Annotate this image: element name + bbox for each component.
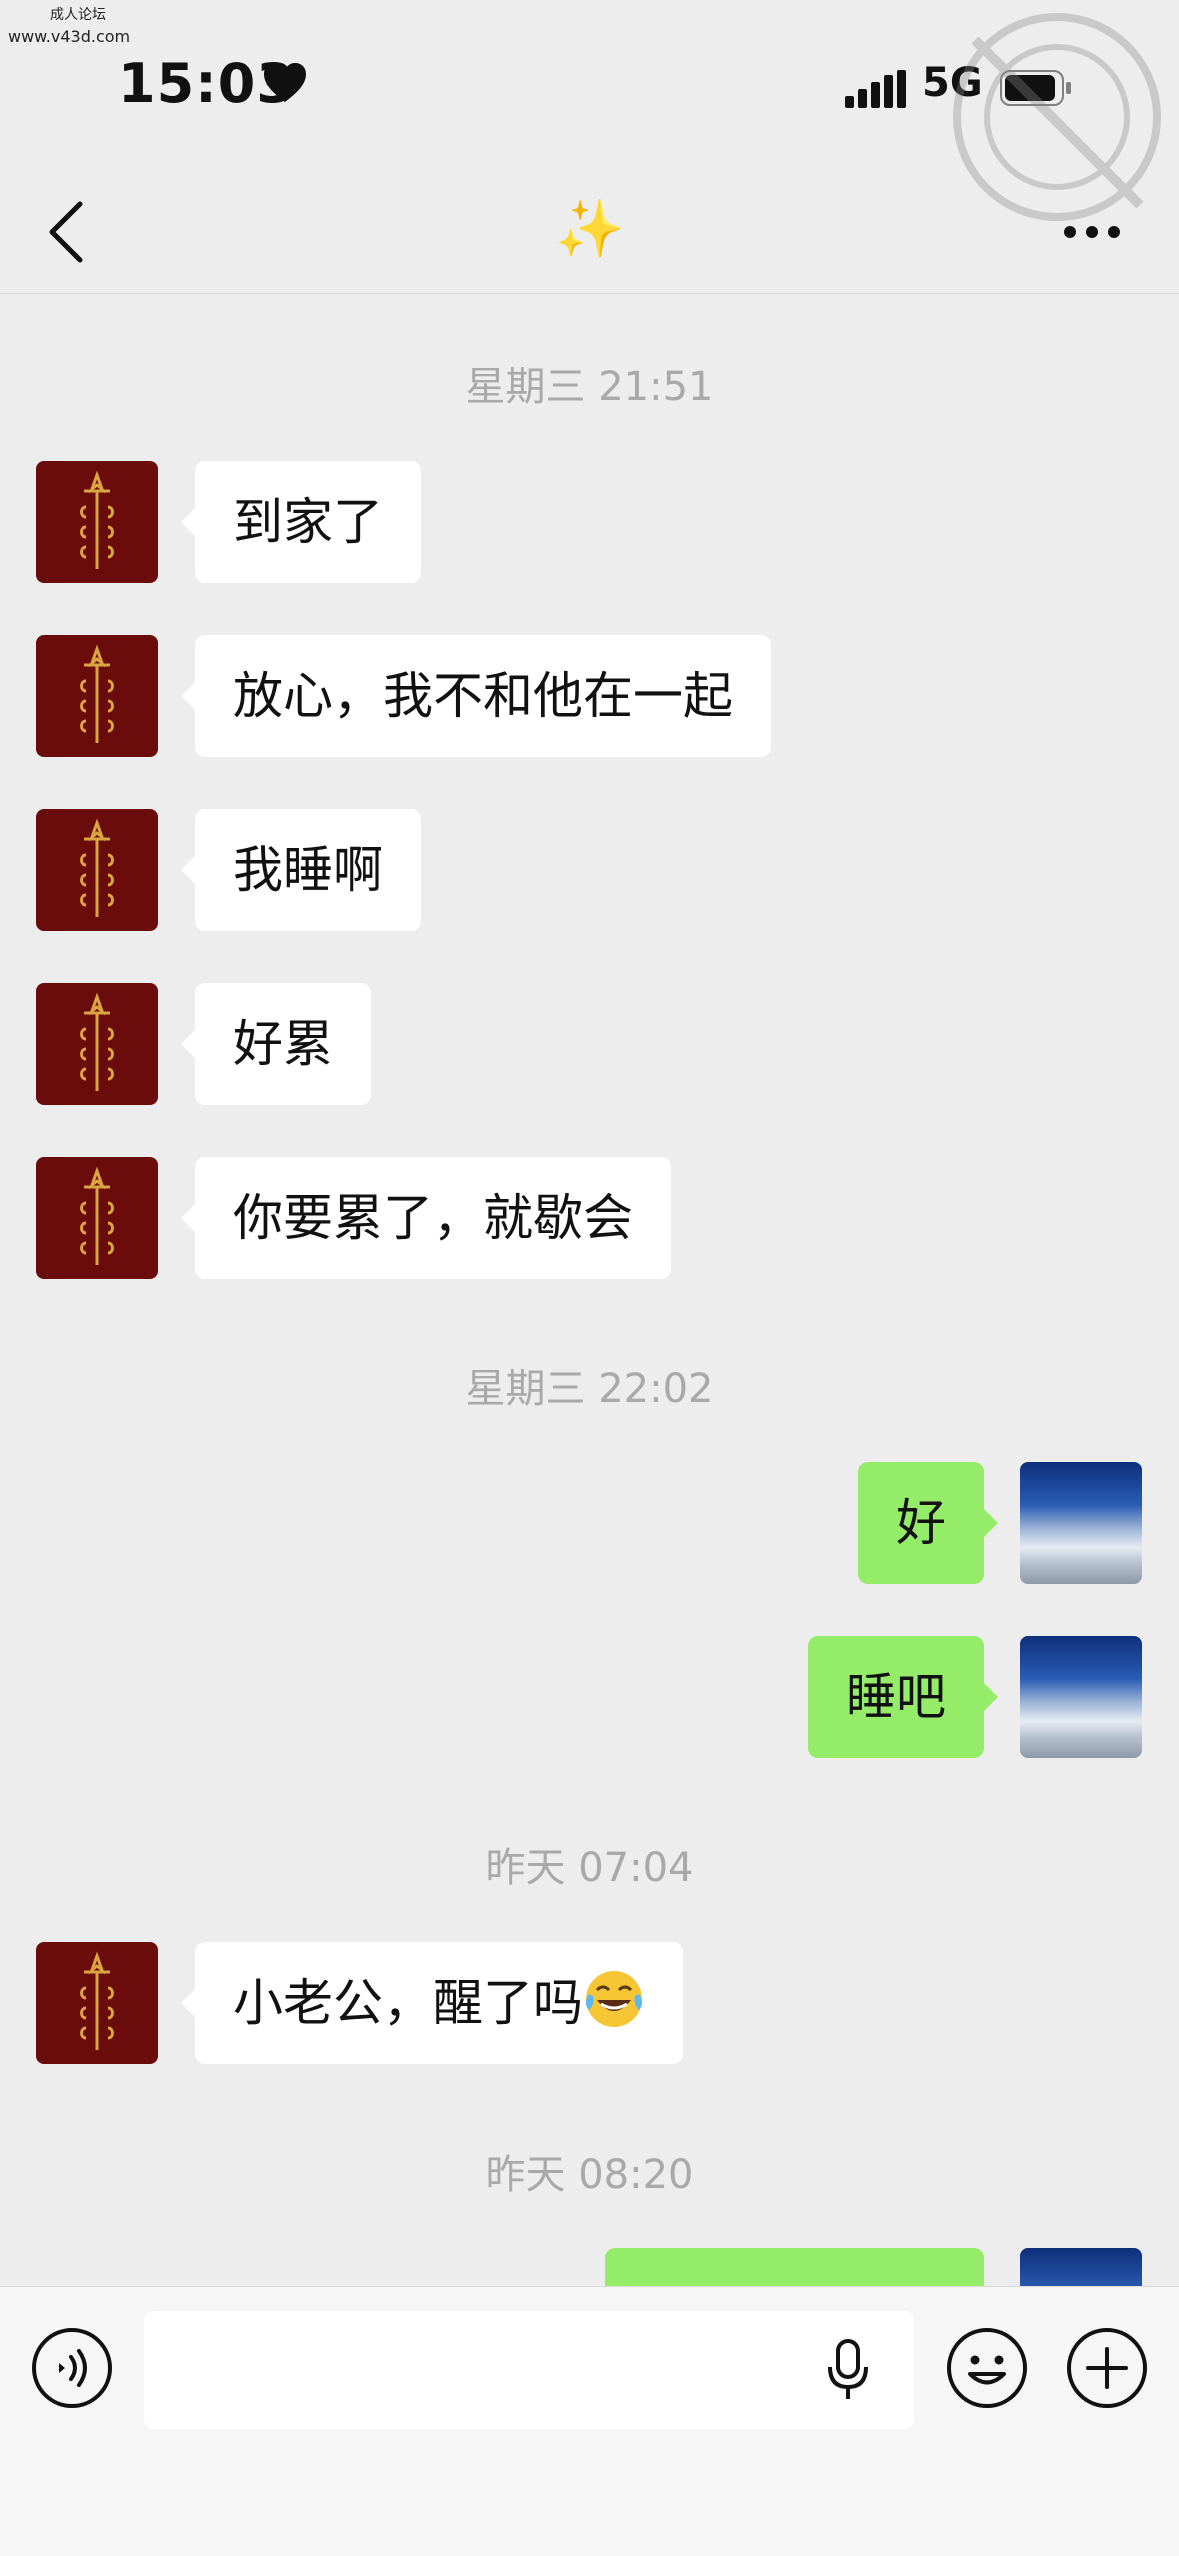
avatar-emblem-icon: [80, 644, 114, 743]
message-bubble[interactable]: 你要累了，就歇会: [181, 1157, 671, 1279]
message-list[interactable]: 星期三 21:51 到家了 放心，我不和他在一起 我睡啊 好累 你要累了，就歇会…: [0, 294, 1179, 2286]
avatar-self[interactable]: [1020, 1636, 1142, 1758]
message-bubble[interactable]: 小老公，醒了吗: [181, 1942, 683, 2064]
avatar[interactable]: [36, 1942, 158, 2064]
avatar-emblem-icon: [80, 1166, 114, 1265]
avatar-self[interactable]: [1020, 2248, 1142, 2286]
avatar-self[interactable]: [1020, 1462, 1142, 1584]
message-input[interactable]: [144, 2311, 914, 2429]
smiley-icon[interactable]: [946, 2327, 1028, 2409]
voice-toggle-icon[interactable]: [31, 2327, 113, 2409]
more-dots-icon[interactable]: [1062, 224, 1122, 240]
message-bubble-self[interactable]: [605, 2248, 984, 2286]
message-bubble[interactable]: 我睡啊: [181, 809, 421, 931]
microphone-icon[interactable]: [826, 2339, 870, 2401]
timestamp: 星期三 22:02: [465, 1366, 714, 1412]
avatar[interactable]: [36, 983, 158, 1105]
timestamp: 星期三 21:51: [465, 364, 714, 410]
avatar-emblem-icon: [80, 992, 114, 1091]
chat-screen: 成人论坛 www.v43d.com 15:03 5G ✨ 星期三 21:51 到…: [0, 0, 1179, 2556]
chat-title: ✨: [555, 197, 625, 262]
timestamp: 昨天 07:04: [485, 1845, 694, 1891]
message-bubble-self[interactable]: 睡吧: [808, 1636, 998, 1758]
avatar[interactable]: [36, 635, 158, 757]
message-text: 小老公，醒了吗: [233, 1974, 583, 2032]
heart-icon: [264, 63, 306, 102]
signal-icon: [845, 70, 906, 108]
message-bubble[interactable]: 放心，我不和他在一起: [181, 635, 771, 757]
avatar[interactable]: [36, 809, 158, 931]
timestamp: 昨天 08:20: [485, 2152, 694, 2198]
message-bubble[interactable]: 好累: [181, 983, 371, 1105]
tears-of-joy-emoji: [586, 1971, 642, 2027]
chevron-left-icon[interactable]: [46, 200, 86, 264]
plus-icon[interactable]: [1066, 2327, 1148, 2409]
message-bubble[interactable]: 到家了: [181, 461, 421, 583]
message-bubble-self[interactable]: 好: [858, 1462, 998, 1584]
avatar[interactable]: [36, 461, 158, 583]
input-bar: [0, 2286, 1179, 2556]
avatar[interactable]: [36, 1157, 158, 1279]
avatar-emblem-icon: [80, 818, 114, 917]
nav-bar: ✨: [0, 170, 1179, 294]
avatar-emblem-icon: [80, 470, 114, 569]
avatar-emblem-icon: [80, 1951, 114, 2050]
